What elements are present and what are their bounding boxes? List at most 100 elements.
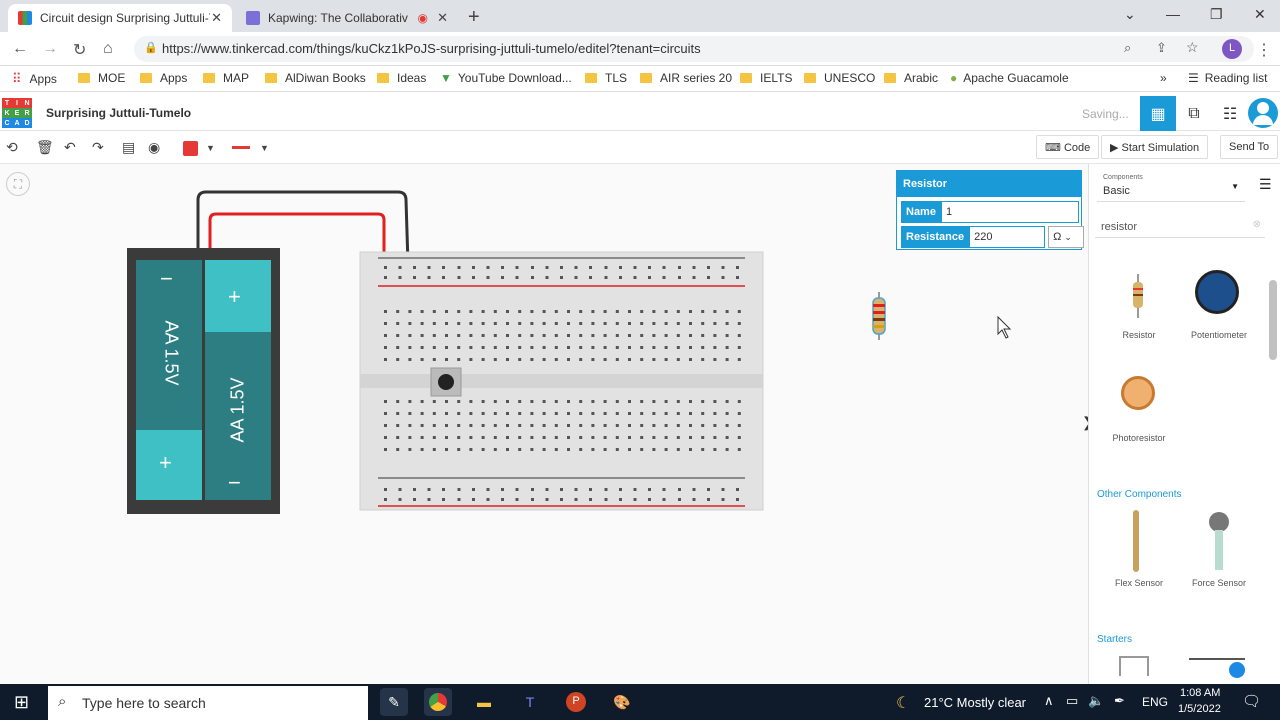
tab-kapwing[interactable]: Kapwing: The Collaborative ◉ ✕ bbox=[236, 4, 458, 32]
list-view-icon[interactable]: ☰ bbox=[1259, 176, 1272, 193]
breadboard-hole bbox=[515, 498, 519, 501]
language-indicator[interactable]: ENG bbox=[1142, 695, 1168, 709]
url-field[interactable]: 🔒 https://www.tinkercad.com/things/kuCkz… bbox=[134, 36, 1254, 62]
teams-icon[interactable]: T bbox=[516, 688, 544, 716]
breadboard-hole bbox=[518, 334, 522, 337]
breadboard-hole bbox=[676, 334, 680, 337]
bookmark-youtube-download[interactable]: ▼ YouTube Download... bbox=[440, 71, 572, 85]
breadboard-hole bbox=[442, 266, 445, 269]
component-list-button[interactable]: ☷ bbox=[1212, 96, 1248, 131]
panel-scrollbar[interactable] bbox=[1269, 280, 1277, 360]
bookmark-air-series[interactable]: AIR series 20 bbox=[640, 71, 732, 85]
user-avatar[interactable] bbox=[1248, 98, 1278, 128]
breadboard-hole bbox=[432, 436, 436, 439]
chrome-icon[interactable] bbox=[424, 688, 452, 716]
bookmark-arabic[interactable]: Arabic bbox=[884, 71, 938, 85]
notifications-icon[interactable]: 🗨 bbox=[1242, 692, 1261, 710]
breadboard-hole bbox=[652, 322, 656, 325]
powerpoint-icon[interactable]: P bbox=[562, 688, 590, 716]
tinkercad-logo[interactable]: TIN KER CAD bbox=[2, 98, 32, 128]
wire-style-dropdown-icon[interactable]: ▼ bbox=[260, 143, 269, 153]
starter-thumbnail-1[interactable] bbox=[1119, 656, 1149, 676]
schematic-view-button[interactable]: ⧉ bbox=[1176, 96, 1212, 131]
bookmark-aldiwan[interactable]: AlDiwan Books bbox=[265, 71, 366, 85]
menu-icon[interactable]: ⋮ bbox=[1256, 40, 1272, 60]
file-explorer-icon[interactable]: ▬ bbox=[470, 688, 498, 716]
profile-avatar[interactable]: L bbox=[1222, 39, 1242, 59]
clock-date[interactable]: 1/5/2022 bbox=[1178, 703, 1221, 715]
send-to-button[interactable]: Send To bbox=[1220, 135, 1279, 159]
color-dropdown-icon[interactable]: ▼ bbox=[206, 143, 215, 153]
start-simulation-button[interactable]: ▶ Start Simulation bbox=[1101, 135, 1209, 159]
photoresistor-thumbnail[interactable] bbox=[1121, 376, 1155, 410]
flex-sensor-thumbnail[interactable] bbox=[1133, 510, 1139, 572]
force-sensor-thumbnail[interactable] bbox=[1209, 512, 1229, 532]
pen-icon[interactable]: ✒ bbox=[1114, 693, 1125, 709]
potentiometer-thumbnail[interactable] bbox=[1195, 270, 1239, 314]
bookmark-star-icon[interactable]: ☆ bbox=[1186, 39, 1199, 56]
breadboard-hole bbox=[530, 400, 534, 403]
breadboard-hole bbox=[603, 412, 607, 415]
unit-select[interactable]: Ω ⌄ bbox=[1048, 226, 1085, 248]
minimize-icon[interactable]: — bbox=[1166, 6, 1180, 22]
name-input[interactable]: 1 bbox=[940, 201, 1079, 223]
windows-start-icon[interactable]: ⊞ bbox=[14, 692, 29, 713]
breadboard-hole bbox=[591, 322, 595, 325]
resistance-input[interactable]: 220 bbox=[969, 226, 1046, 248]
visibility-icon[interactable]: ◉ bbox=[148, 139, 160, 156]
clock-time[interactable]: 1:08 AM bbox=[1180, 687, 1220, 699]
redo-icon[interactable]: ↷ bbox=[92, 139, 104, 156]
workplane-canvas[interactable]: ⛶ − + AA 1.5V + − AA 1.5V Resistor Name … bbox=[0, 164, 1094, 684]
home-icon[interactable]: ⌂ bbox=[103, 40, 113, 58]
restore-icon[interactable]: ❐ bbox=[1210, 6, 1223, 23]
resistor-thumbnail[interactable] bbox=[1127, 274, 1149, 318]
bookmark-ideas[interactable]: Ideas bbox=[377, 71, 426, 85]
paint-icon[interactable]: 🎨 bbox=[608, 688, 636, 716]
wire-style-icon[interactable] bbox=[232, 146, 250, 149]
reload-icon[interactable]: ↻ bbox=[73, 40, 86, 60]
battery-icon[interactable]: ▭ bbox=[1066, 693, 1078, 709]
breadboard-hole bbox=[689, 310, 692, 313]
bookmark-apps[interactable]: ⠿ Apps bbox=[12, 71, 57, 87]
undo-icon[interactable]: ↶ bbox=[64, 139, 76, 156]
taskbar-search[interactable]: ⌕ Type here to search bbox=[48, 686, 368, 720]
close-window-icon[interactable]: ✕ bbox=[1254, 6, 1266, 23]
reading-list-button[interactable]: ☰ Reading list bbox=[1188, 71, 1267, 85]
breadboard-hole bbox=[518, 424, 522, 427]
share-icon[interactable]: ⇪ bbox=[1156, 40, 1167, 56]
delete-icon[interactable]: 🗑 bbox=[36, 139, 54, 156]
components-dropdown[interactable]: Components Basic ▼ bbox=[1097, 170, 1245, 202]
tab-search-icon[interactable]: ⌄ bbox=[1124, 6, 1136, 23]
component-search-input[interactable]: resistor ⊗ bbox=[1095, 214, 1265, 238]
breadboard-hole bbox=[408, 448, 412, 451]
weather-text[interactable]: 21°C Mostly clear bbox=[924, 695, 1026, 710]
bookmark-tls[interactable]: TLS bbox=[585, 71, 627, 85]
zoom-icon[interactable]: ⌕ bbox=[1124, 40, 1131, 56]
tab-tinkercad[interactable]: Circuit design Surprising Juttuli-T ✕ bbox=[8, 4, 232, 32]
circuit-view-button[interactable]: ▦ bbox=[1140, 96, 1176, 131]
rotate-icon[interactable]: ⟲ bbox=[6, 139, 18, 156]
new-tab-icon[interactable]: + bbox=[468, 6, 480, 29]
starter-thumbnail-2[interactable] bbox=[1189, 658, 1245, 678]
resistor-body bbox=[872, 297, 886, 335]
bookmark-ielts[interactable]: IELTS bbox=[740, 71, 792, 85]
bookmark-guacamole[interactable]: ● Apache Guacamole bbox=[950, 71, 1069, 85]
clear-search-icon[interactable]: ⊗ bbox=[1253, 219, 1261, 230]
bookmark-apps-2[interactable]: Apps bbox=[140, 71, 187, 85]
forward-icon[interactable]: → bbox=[42, 40, 58, 58]
notes-icon[interactable]: ▤ bbox=[122, 139, 135, 156]
code-button[interactable]: ⌨ Code bbox=[1036, 135, 1100, 159]
volume-icon[interactable]: 🔈 bbox=[1088, 693, 1104, 709]
project-title[interactable]: Surprising Juttuli-Tumelo bbox=[46, 106, 191, 120]
close-tab-icon[interactable]: ✕ bbox=[211, 10, 222, 26]
more-bookmarks-icon[interactable]: » bbox=[1160, 71, 1167, 85]
bookmark-map[interactable]: MAP bbox=[203, 71, 249, 85]
back-icon[interactable]: ← bbox=[12, 40, 28, 58]
app-icon-1[interactable]: ✎ bbox=[380, 688, 408, 716]
bookmark-moe[interactable]: MOE bbox=[78, 71, 125, 85]
wire-color-swatch[interactable] bbox=[183, 141, 198, 156]
breadboard-hole bbox=[384, 358, 387, 361]
bookmark-unesco[interactable]: UNESCO bbox=[804, 71, 875, 85]
tray-chevron-icon[interactable]: ∧ bbox=[1044, 693, 1054, 709]
close-tab-icon[interactable]: ✕ bbox=[437, 10, 448, 26]
